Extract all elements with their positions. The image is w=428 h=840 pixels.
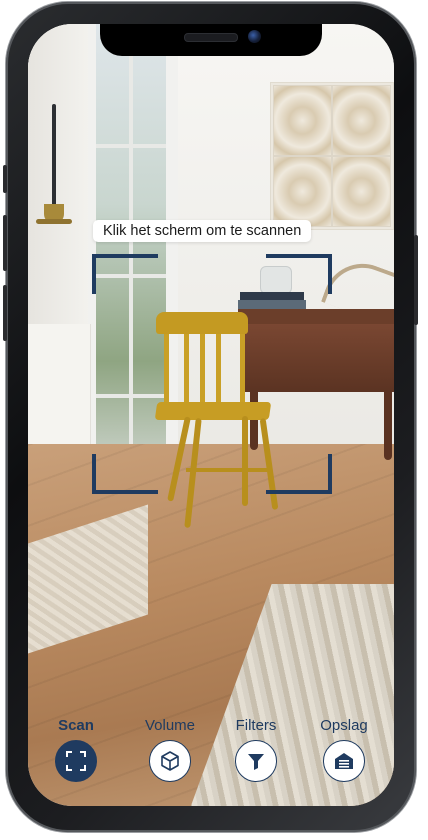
volume-up-button	[3, 215, 7, 271]
chair-spindle	[240, 334, 245, 406]
candle-base	[36, 219, 72, 224]
art-panel	[332, 156, 391, 227]
chair-rung	[186, 468, 270, 472]
side-table	[238, 309, 394, 325]
nav-item-scan[interactable]: Scan	[36, 716, 116, 782]
chair-leg	[242, 416, 248, 506]
art-panel	[273, 156, 332, 227]
filters-button[interactable]	[235, 740, 277, 782]
scan-hint: Klik het scherm om te scannen	[93, 220, 312, 242]
cube-icon	[161, 751, 179, 771]
scan-frame-corner-top-left	[92, 254, 158, 294]
scan-frame-corner-bottom-right	[266, 454, 332, 494]
filter-icon	[248, 754, 264, 770]
nav-label-opslag: Opslag	[320, 717, 368, 734]
window-mullion	[129, 24, 133, 474]
books	[238, 300, 306, 309]
scan-button[interactable]	[55, 740, 97, 782]
speaker-grille	[184, 33, 238, 42]
bottom-nav: Scan Volume Filters Opslag	[28, 716, 394, 806]
mute-switch	[3, 165, 7, 193]
chair-seat	[154, 402, 272, 420]
storage-icon	[335, 753, 353, 769]
nav-label-volume: Volume	[144, 717, 196, 734]
nav-item-volume[interactable]: Volume	[130, 716, 210, 782]
nav-item-filters[interactable]: Filters	[216, 716, 296, 782]
chair-spindle	[216, 334, 221, 406]
power-button	[414, 235, 418, 325]
chair-spindle	[164, 334, 169, 406]
chair-spindle	[200, 334, 205, 406]
wall-art	[270, 82, 394, 230]
camera-viewfinder[interactable]: Klik het scherm om te scannen Scan Volum…	[28, 24, 394, 806]
window-mullion	[96, 144, 166, 148]
chair-backrest	[156, 312, 248, 334]
table-leg	[250, 390, 258, 450]
volume-button[interactable]	[149, 740, 191, 782]
nav-label-filters: Filters	[235, 717, 277, 734]
scan-frame-corner-bottom-left	[92, 454, 158, 494]
art-panel	[332, 85, 391, 156]
scan-frame-icon	[66, 751, 86, 771]
notch	[100, 24, 322, 56]
window-mullion	[96, 394, 166, 398]
opslag-button[interactable]	[323, 740, 365, 782]
art-panel	[273, 85, 332, 156]
nav-item-opslag[interactable]: Opslag	[304, 716, 384, 782]
side-table-apron	[242, 324, 394, 392]
chair-spindle	[184, 334, 189, 406]
volume-down-button	[3, 285, 7, 341]
candle	[52, 104, 56, 214]
nav-label-scan: Scan	[58, 717, 94, 734]
table-leg	[384, 390, 392, 460]
front-camera	[248, 30, 261, 43]
scan-frame-corner-top-right	[266, 254, 332, 294]
